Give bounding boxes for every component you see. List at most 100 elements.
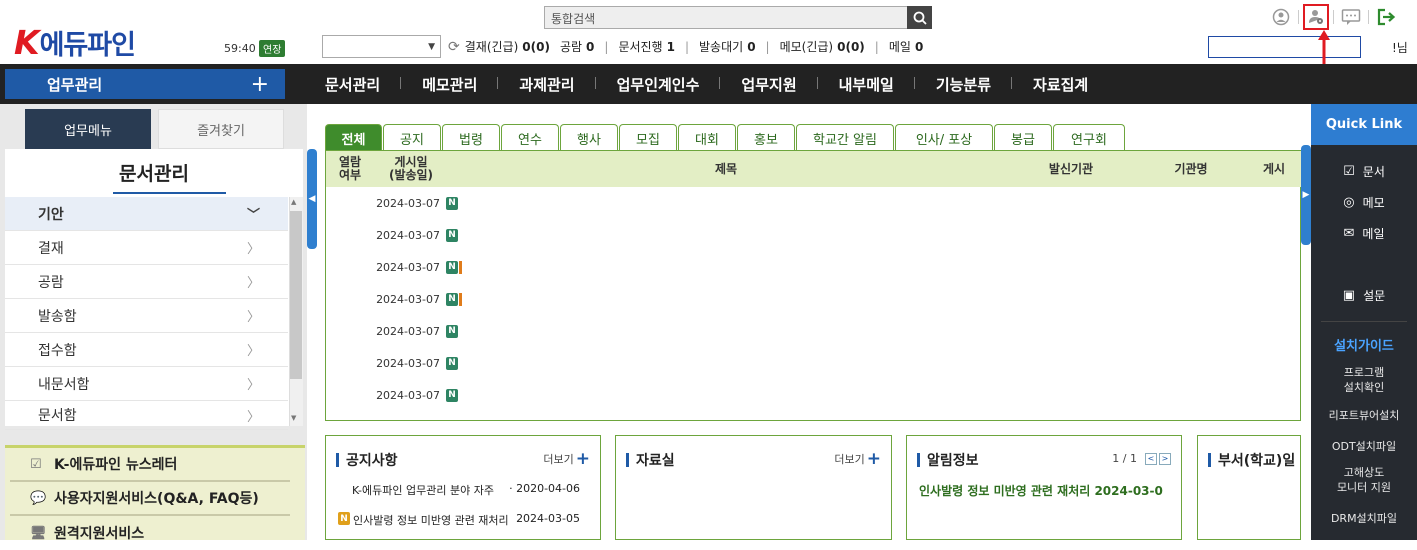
tab-all[interactable]: 전체	[325, 124, 382, 151]
nav-task-management[interactable]: 과제관리	[498, 74, 596, 95]
mail-icon: ✉	[1343, 226, 1355, 241]
menu-item-draft[interactable]: 기안 ﹀	[5, 197, 288, 231]
work-management-button[interactable]: 업무관리 +	[5, 69, 285, 99]
counter-mail[interactable]: 메일 0	[889, 38, 923, 55]
library-more-button[interactable]: 더보기 +	[834, 451, 881, 468]
tab-promo[interactable]: 홍보	[737, 124, 795, 151]
alert-item[interactable]: 인사발령 정보 미반영 관련 재처리 2024-03-0	[919, 482, 1177, 499]
user-support-link[interactable]: 💬 사용자지원서비스(Q&A, FAQ등)	[10, 482, 290, 516]
menu-item-outbox[interactable]: 발송함 〉	[5, 299, 288, 333]
logo-text: 에듀파인	[39, 29, 136, 61]
user-field[interactable]	[1208, 36, 1361, 58]
nav-handover[interactable]: 업무인계인수	[596, 74, 721, 95]
quick-divider	[1321, 321, 1407, 322]
user-profile-icon[interactable]	[1268, 4, 1294, 30]
tab-favorites[interactable]: 즐겨찾기	[158, 109, 284, 149]
eduine-logo[interactable]: K 에듀파인	[14, 23, 136, 62]
counter-send-wait[interactable]: 발송대기 0	[699, 38, 756, 55]
newsletter-link[interactable]: ☑ K-에듀파인 뉴스레터	[10, 448, 290, 482]
counter-circulation[interactable]: 공람 0	[560, 38, 594, 55]
guide-drm[interactable]: DRM설치파일	[1311, 511, 1417, 526]
tab-recruit[interactable]: 모집	[619, 124, 677, 151]
menu-item-doc-box[interactable]: 문서함 〉	[5, 401, 288, 430]
counter-memo[interactable]: 메모(긴급) 0(0)	[780, 38, 865, 55]
session-timer: 59:40	[224, 42, 256, 55]
remote-support-link[interactable]: 🖥 원격지원서비스	[10, 516, 290, 550]
guide-program-check[interactable]: 프로그램 설치확인	[1311, 365, 1417, 396]
nav-data-aggregation[interactable]: 자료집계	[1012, 74, 1109, 95]
new-badge: N	[446, 228, 458, 242]
alerts-pager: 1 / 1 < >	[1112, 452, 1171, 465]
board-header-row: 열람 여부 게시일 (발송일) 제목 발신기관 기관명 게시	[326, 151, 1301, 187]
prev-page-icon[interactable]: <	[1145, 452, 1157, 465]
notice-more-button[interactable]: 더보기 +	[543, 449, 590, 469]
department-select[interactable]: ▼	[322, 35, 441, 58]
message-icon[interactable]	[1338, 4, 1364, 30]
guide-hires-monitor[interactable]: 고해상도 모니터 지원	[1311, 465, 1417, 496]
calendar-check-icon: ☑	[30, 456, 42, 472]
menu-item-inbox[interactable]: 접수함 〉	[5, 333, 288, 367]
nav-document-management[interactable]: 문서관리	[304, 74, 402, 95]
menu-item-my-docs[interactable]: 내문서함 〉	[5, 367, 288, 401]
chevron-down-icon: ﹀	[246, 208, 260, 223]
quick-memo[interactable]: ◎ 메모	[1311, 194, 1417, 211]
menu-item-approval[interactable]: 결재 〉	[5, 231, 288, 265]
tab-salary[interactable]: 봉급	[994, 124, 1052, 151]
guide-odt[interactable]: ODT설치파일	[1311, 439, 1417, 454]
plus-icon: +	[575, 449, 590, 469]
counter-doc-progress[interactable]: 문서진행 1	[618, 38, 675, 55]
tab-personnel[interactable]: 인사/ 포상	[895, 124, 993, 151]
library-title: 자료실	[626, 450, 675, 470]
dept-title: 부서(학교)일	[1208, 450, 1295, 470]
caret-left-icon: ◀	[308, 194, 316, 204]
tab-notice[interactable]: 공지	[383, 124, 441, 151]
scroll-up-icon[interactable]: ▲	[291, 198, 296, 206]
tab-training[interactable]: 연수	[501, 124, 559, 151]
chat-icon: 💬	[30, 490, 47, 506]
col-post: 게시	[1263, 161, 1286, 176]
list-item[interactable]: N 인사발령 정보 미반영 관련 재처리 2024-03-05	[338, 512, 580, 528]
tab-law[interactable]: 법령	[442, 124, 500, 151]
search-button[interactable]	[907, 6, 932, 29]
chevron-right-icon: 〉	[246, 409, 260, 425]
chevron-down-icon: ▼	[428, 41, 435, 52]
quick-mail[interactable]: ✉ 메일	[1311, 225, 1417, 242]
new-badge: N	[446, 356, 458, 370]
nav-memo-management[interactable]: 메모관리	[401, 74, 499, 95]
col-sender: 발신기관	[1048, 161, 1094, 176]
list-item[interactable]: K-에듀파인 업무관리 분야 자주 · 2020-04-06	[338, 482, 580, 498]
menu-item-circulation[interactable]: 공람 〉	[5, 265, 288, 299]
plus-icon: +	[250, 71, 269, 97]
left-support-links: ☑ K-에듀파인 뉴스레터 💬 사용자지원서비스(Q&A, FAQ등) 🖥 원격지원서…	[5, 445, 305, 542]
tab-school-notice[interactable]: 학교간 알림	[796, 124, 894, 151]
nav-function-class[interactable]: 기능분류	[915, 74, 1013, 95]
title-underline	[113, 192, 226, 194]
quick-document[interactable]: ☑ 문서	[1311, 163, 1417, 180]
logout-icon[interactable]	[1373, 4, 1399, 30]
work-management-label: 업무관리	[47, 75, 103, 94]
user-settings-icon[interactable]	[1303, 4, 1329, 30]
board-content-area	[463, 188, 1300, 420]
tab-research[interactable]: 연구회	[1053, 124, 1125, 151]
left-menu-title: 문서관리	[119, 162, 189, 185]
counter-approval[interactable]: 결재(긴급) 0(0)	[465, 38, 550, 55]
document-menu-list: 기안 ﹀ 결재 〉 공람 〉 발송함 〉 접수함 〉 내문서함 〉 문서함 〉	[5, 197, 288, 430]
scrollbar-thumb[interactable]	[290, 211, 302, 379]
nav-work-support[interactable]: 업무지원	[720, 74, 818, 95]
tab-event[interactable]: 행사	[560, 124, 618, 151]
refresh-icon[interactable]: ⟳	[448, 39, 460, 55]
next-page-icon[interactable]: >	[1159, 452, 1171, 465]
collapse-right-handle[interactable]: ▶	[1301, 145, 1311, 245]
tab-work-menu[interactable]: 업무메뉴	[25, 109, 151, 149]
search-input[interactable]: 통합검색	[544, 6, 908, 29]
search-icon	[913, 11, 927, 25]
tab-contest[interactable]: 대회	[678, 124, 736, 151]
quick-survey[interactable]: ▣ 설문	[1311, 287, 1417, 304]
guide-report-viewer[interactable]: 리포트뷰어설치	[1311, 408, 1417, 423]
monitor-icon: 🖥	[30, 525, 47, 541]
collapse-left-handle[interactable]: ◀	[307, 149, 317, 249]
extend-session-button[interactable]: 연장	[259, 40, 286, 57]
scroll-down-icon[interactable]: ▼	[291, 414, 296, 422]
nav-internal-mail[interactable]: 내부메일	[818, 74, 916, 95]
user-suffix: !님	[1392, 41, 1408, 55]
